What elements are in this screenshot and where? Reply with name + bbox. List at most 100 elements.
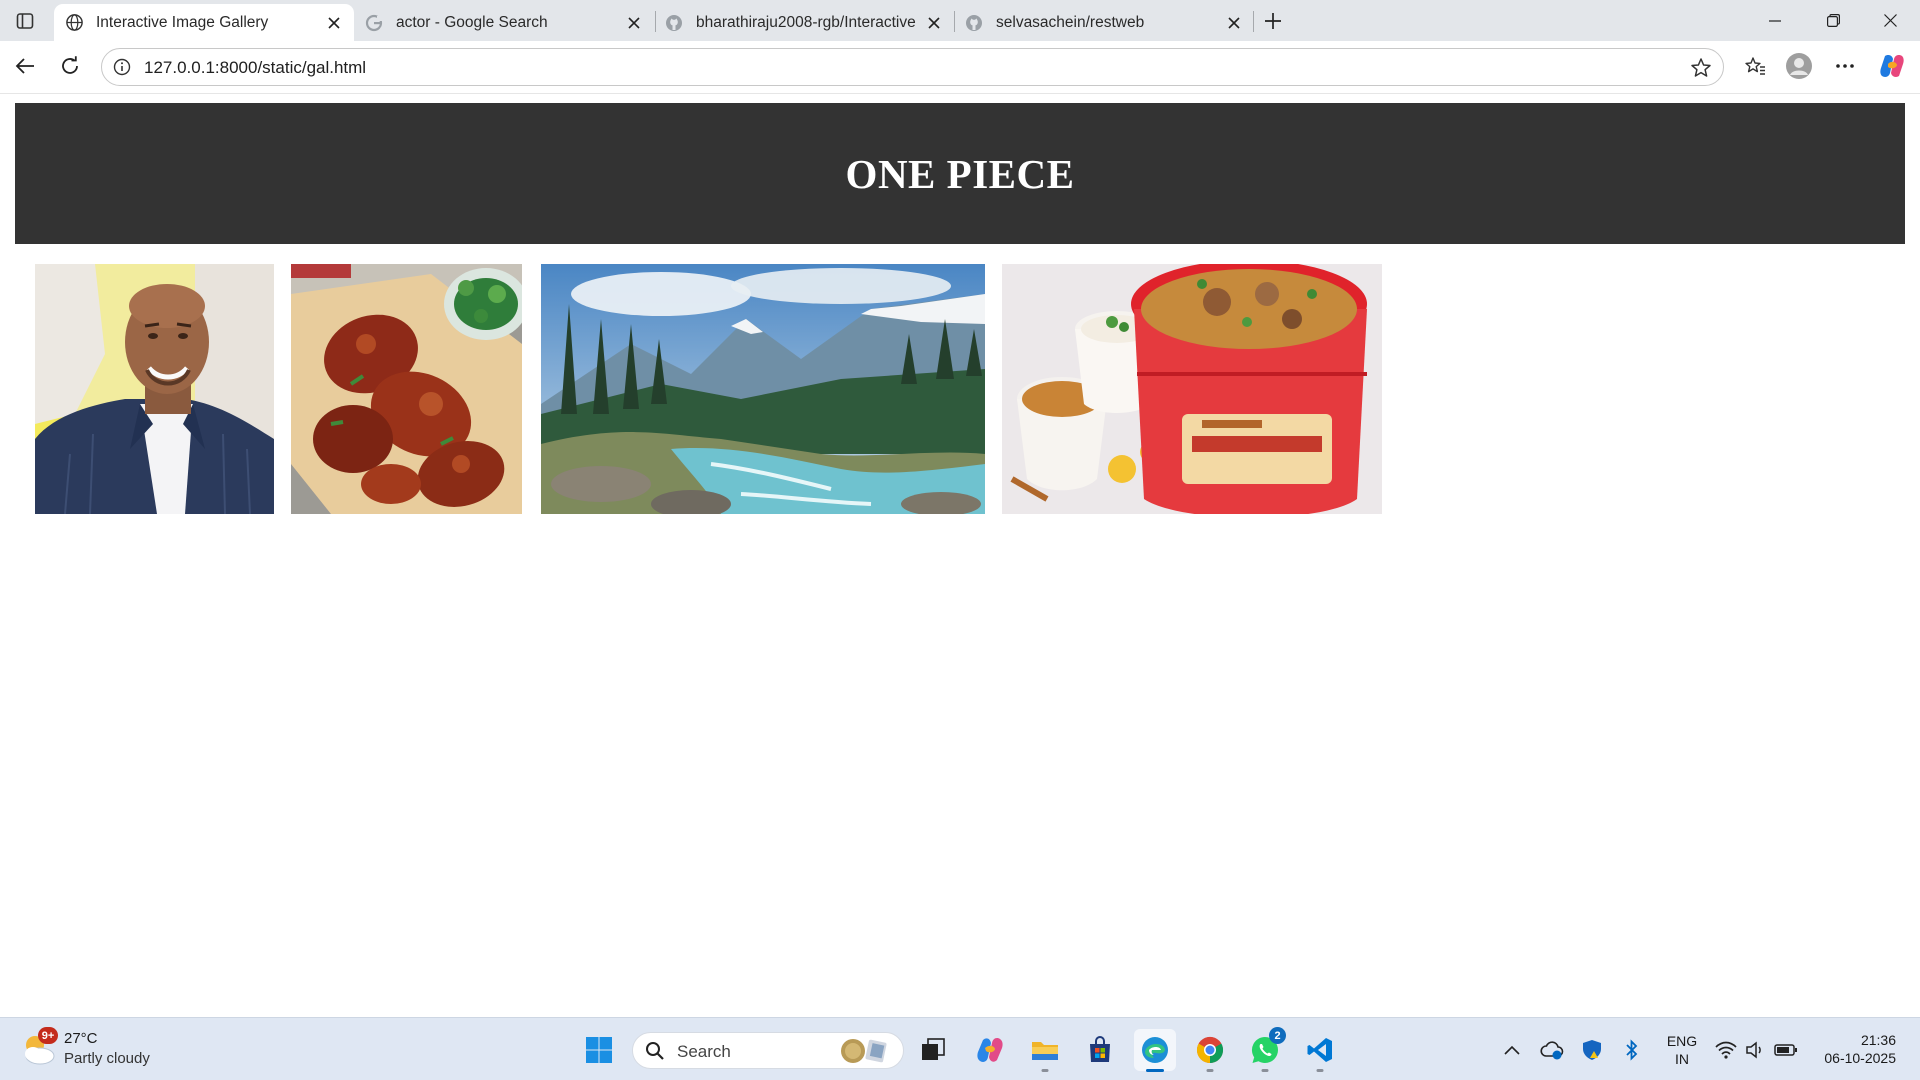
actor-photo[interactable] bbox=[35, 264, 274, 514]
input-language[interactable]: ENG IN bbox=[1665, 1032, 1699, 1068]
task-view-button[interactable] bbox=[912, 1029, 954, 1071]
browser-toolbar: 127.0.0.1:8000/static/gal.html bbox=[0, 41, 1920, 94]
chrome-icon bbox=[1196, 1036, 1224, 1064]
address-bar[interactable]: 127.0.0.1:8000/static/gal.html bbox=[101, 48, 1724, 86]
more-horizontal-icon bbox=[1836, 64, 1854, 68]
copilot-icon bbox=[977, 1038, 1003, 1062]
page-header: ONE PIECE bbox=[15, 103, 1905, 244]
region-code: IN bbox=[1675, 1051, 1689, 1067]
mountain-river-photo[interactable] bbox=[541, 264, 985, 514]
github-icon bbox=[964, 13, 984, 33]
settings-more-button[interactable] bbox=[1828, 49, 1862, 83]
store-icon bbox=[1090, 1036, 1110, 1062]
vscode-app[interactable] bbox=[1299, 1029, 1341, 1072]
system-clock[interactable]: 21:36 06-10-2025 bbox=[1808, 1031, 1896, 1067]
minimize-icon bbox=[1769, 19, 1781, 22]
copilot-app[interactable] bbox=[969, 1029, 1011, 1071]
tab-title: selvasachein/restweb bbox=[996, 13, 1145, 31]
weather-badge: 9+ bbox=[38, 1027, 58, 1044]
bluetooth-icon bbox=[1626, 1039, 1638, 1061]
taskbar: 9+ 27°C Partly cloudy Search 2 ENG IN 21… bbox=[0, 1017, 1920, 1080]
page-title: ONE PIECE bbox=[845, 150, 1075, 197]
chevron-up-icon bbox=[1504, 1045, 1520, 1055]
page-viewport: ONE PIECE bbox=[5, 95, 1915, 1016]
tab-github-restweb[interactable]: selvasachein/restweb bbox=[954, 4, 1254, 41]
search-label: Search bbox=[677, 1042, 731, 1061]
running-indicator bbox=[1041, 1069, 1049, 1072]
tab-title: bharathiraju2008-rgb/Interactive bbox=[696, 13, 916, 31]
chrome-app[interactable] bbox=[1189, 1029, 1231, 1072]
tab-strip: Interactive Image Gallery actor - Google… bbox=[0, 0, 1920, 41]
sidebar-toggle-icon bbox=[16, 13, 34, 29]
copilot-button[interactable] bbox=[1875, 49, 1909, 83]
file-explorer-app[interactable] bbox=[1024, 1029, 1066, 1072]
tab-github-interactive[interactable]: bharathiraju2008-rgb/Interactive bbox=[654, 4, 954, 41]
microsoft-store-app[interactable] bbox=[1079, 1029, 1121, 1071]
show-hidden-icons[interactable] bbox=[1500, 1038, 1524, 1062]
windows-logo-icon bbox=[586, 1037, 612, 1063]
bluetooth-tray[interactable] bbox=[1620, 1038, 1644, 1062]
arrow-left-icon bbox=[15, 58, 34, 74]
weather-temperature: 27°C bbox=[64, 1030, 98, 1047]
url-text[interactable]: 127.0.0.1:8000/static/gal.html bbox=[144, 58, 366, 78]
vscode-icon bbox=[1307, 1038, 1332, 1062]
globe-icon bbox=[64, 13, 84, 33]
start-button[interactable] bbox=[578, 1029, 620, 1071]
running-indicator bbox=[1146, 1069, 1164, 1072]
tab-title: actor - Google Search bbox=[396, 13, 548, 31]
security-tray[interactable] bbox=[1580, 1038, 1604, 1062]
tab-actions-button[interactable] bbox=[10, 6, 40, 36]
back-button[interactable] bbox=[8, 49, 42, 83]
refresh-icon bbox=[62, 56, 78, 74]
edge-app[interactable] bbox=[1134, 1029, 1176, 1072]
avatar-icon bbox=[1786, 53, 1812, 79]
running-indicator bbox=[1261, 1069, 1269, 1072]
tab-interactive-image-gallery[interactable]: Interactive Image Gallery bbox=[54, 4, 354, 41]
chicken-photo[interactable] bbox=[291, 264, 522, 514]
tab-separator bbox=[1253, 11, 1254, 32]
clock-date: 06-10-2025 bbox=[1824, 1050, 1896, 1066]
close-tab-icon[interactable] bbox=[1224, 13, 1244, 33]
close-icon bbox=[1883, 14, 1897, 27]
minimize-button[interactable] bbox=[1747, 0, 1803, 41]
close-tab-icon[interactable] bbox=[624, 13, 644, 33]
volume-tray[interactable] bbox=[1743, 1038, 1767, 1062]
restore-button[interactable] bbox=[1805, 0, 1861, 41]
taskbar-search[interactable]: Search bbox=[632, 1032, 904, 1069]
wifi-tray[interactable] bbox=[1714, 1038, 1738, 1062]
tab-actor-google-search[interactable]: actor - Google Search bbox=[354, 4, 654, 41]
wifi-icon bbox=[1715, 1041, 1737, 1059]
close-tab-icon[interactable] bbox=[324, 13, 344, 33]
whatsapp-badge: 2 bbox=[1269, 1027, 1286, 1044]
whatsapp-app[interactable]: 2 bbox=[1244, 1027, 1286, 1072]
running-indicator bbox=[1316, 1069, 1324, 1072]
plus-icon bbox=[1265, 13, 1281, 29]
language-code: ENG bbox=[1666, 1033, 1698, 1049]
weather-widget[interactable]: 9+ 27°C Partly cloudy bbox=[18, 1027, 168, 1073]
speaker-icon bbox=[1746, 1041, 1761, 1059]
tab-title: Interactive Image Gallery bbox=[96, 13, 269, 31]
restore-icon bbox=[1826, 14, 1840, 27]
star-icon[interactable] bbox=[1689, 56, 1713, 80]
profile-button[interactable] bbox=[1782, 49, 1816, 83]
favorites-button[interactable] bbox=[1738, 49, 1772, 83]
copilot-icon bbox=[1880, 55, 1904, 77]
close-window-button[interactable] bbox=[1862, 0, 1918, 41]
refresh-button[interactable] bbox=[53, 49, 87, 83]
weather-description: Partly cloudy bbox=[64, 1050, 150, 1067]
favorites-icon bbox=[1745, 57, 1765, 75]
task-view-icon bbox=[922, 1038, 945, 1060]
google-g-icon bbox=[364, 13, 384, 33]
battery-icon bbox=[1774, 1044, 1797, 1056]
biryani-bucket-photo[interactable] bbox=[1002, 264, 1382, 514]
new-tab-button[interactable] bbox=[1258, 6, 1288, 36]
info-icon[interactable] bbox=[112, 57, 132, 77]
running-indicator bbox=[1206, 1069, 1214, 1072]
clock-time: 21:36 bbox=[1860, 1032, 1896, 1048]
folder-icon bbox=[1032, 1042, 1058, 1060]
onedrive-tray[interactable] bbox=[1540, 1038, 1564, 1062]
close-tab-icon[interactable] bbox=[924, 13, 944, 33]
shield-icon bbox=[1583, 1040, 1601, 1060]
battery-tray[interactable] bbox=[1774, 1038, 1798, 1062]
cloud-icon bbox=[1540, 1041, 1564, 1060]
